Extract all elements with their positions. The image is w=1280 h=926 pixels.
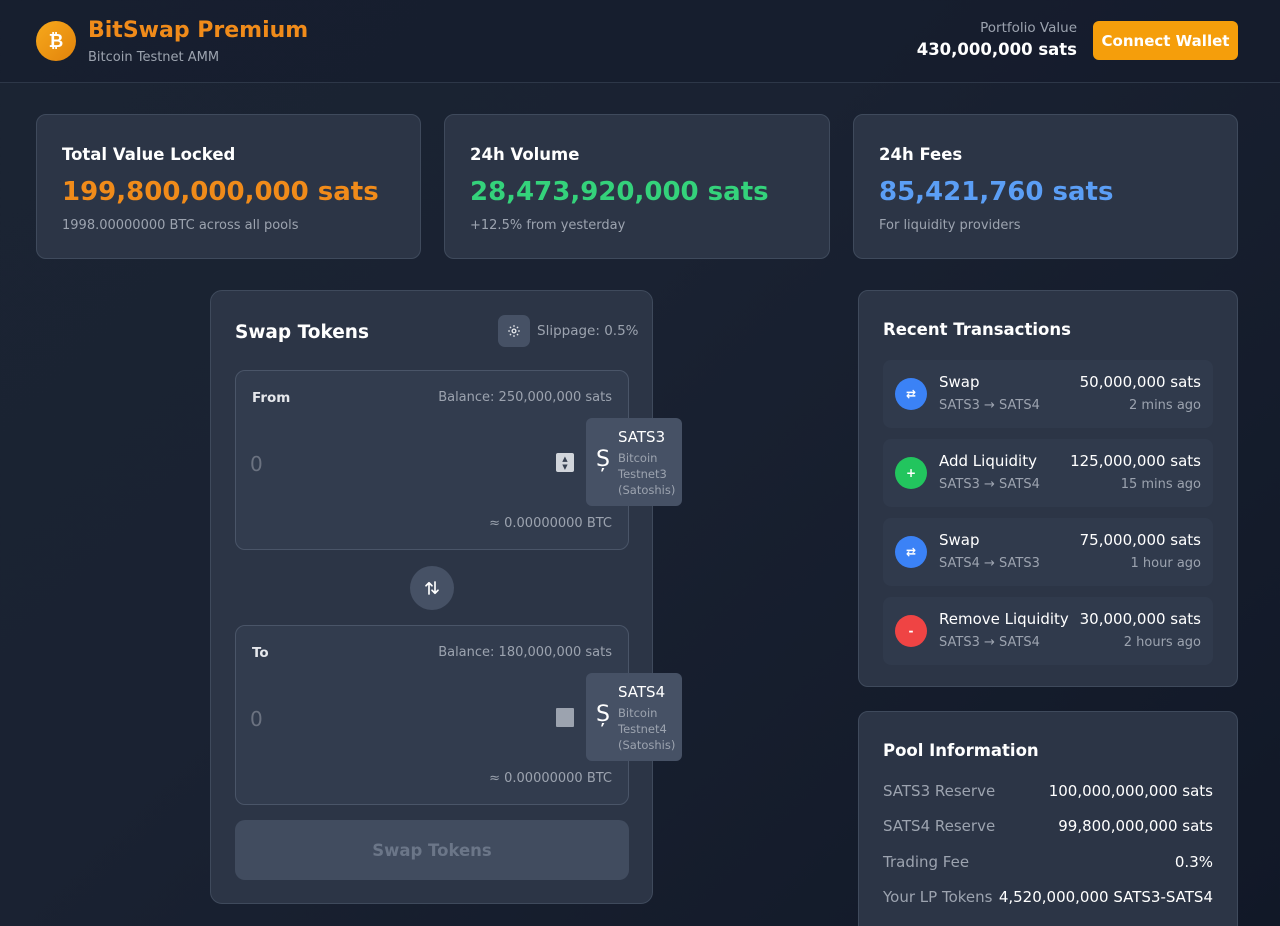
pool-row-label: Your LP Tokens [883,888,993,906]
pool-row-value: 0.3% [1174,853,1213,871]
transaction-row[interactable]: + Add Liquidity SATS3 → SATS4 125,000,00… [883,439,1213,507]
transaction-time: 1 hour ago [1130,556,1201,571]
to-amount-stepper[interactable] [556,708,574,727]
from-token-box: From Balance: 250,000,000 sats ▲▼ ≈ 0.00… [235,370,682,550]
from-label: From [252,390,291,406]
transaction-row[interactable]: - Remove Liquidity SATS3 → SATS4 30,000,… [883,597,1213,665]
pool-row: Your LP Tokens 4,520,000,000 SATS3-SATS4 [883,888,1213,910]
transaction-time: 2 mins ago [1129,398,1201,413]
swap-icon: ⇄ [895,536,927,568]
gear-icon [508,325,520,337]
pool-information-title: Pool Information [883,741,1039,760]
stat-card-fees: 24h Fees 85,421,760 sats For liquidity p… [853,114,1238,259]
stat-value: 28,473,920,000 sats [470,177,769,207]
bitcoin-logo-icon: ₿ [36,21,76,61]
stat-subtext: 1998.00000000 BTC across all pools [62,218,299,233]
app-subtitle: Bitcoin Testnet AMM [88,50,220,65]
stat-title: 24h Volume [470,145,580,164]
from-token-symbol: SATS3 [618,428,666,446]
swap-icon: ⇄ [895,378,927,410]
transaction-type: Add Liquidity [939,452,1037,470]
portfolio-label: Portfolio Value [980,20,1077,36]
swap-submit-button[interactable]: Swap Tokens [235,820,629,880]
transaction-pair: SATS3 → SATS4 [939,635,1040,650]
app-header: ₿ BitSwap Premium Bitcoin Testnet AMM Po… [0,0,1280,83]
app-title: BitSwap Premium [88,18,309,43]
to-amount-input[interactable] [250,702,540,736]
to-label: To [252,645,269,661]
stat-title: Total Value Locked [62,145,236,164]
transaction-time: 15 mins ago [1120,477,1201,492]
from-amount-input[interactable] [250,447,540,481]
pool-row-label: Trading Fee [883,853,970,871]
swap-card: Swap Tokens Slippage: 0.5% From Balance:… [210,290,682,904]
transaction-row[interactable]: ⇄ Swap SATS4 → SATS3 75,000,000 sats 1 h… [883,518,1213,586]
sats-token-icon: Ș [596,447,610,472]
portfolio-value: 430,000,000 sats [916,40,1077,59]
stat-card-volume: 24h Volume 28,473,920,000 sats +12.5% fr… [444,114,830,259]
stat-value: 199,800,000,000 sats [62,177,379,207]
from-balance: Balance: 250,000,000 sats [438,390,612,405]
to-token-select[interactable]: Ș SATS4 Bitcoin Testnet4 (Satoshis) [586,673,682,761]
slippage-label: Slippage: 0.5% [537,323,639,339]
flip-tokens-button[interactable] [410,566,454,610]
pool-row-value: 99,800,000,000 sats [1058,817,1213,835]
transaction-type: Swap [939,373,980,391]
stat-value: 85,421,760 sats [879,177,1114,207]
transaction-type: Remove Liquidity [939,610,1069,628]
pool-row: Trading Fee 0.3% [883,853,1213,875]
stat-subtext: +12.5% from yesterday [470,218,626,233]
transaction-amount: 75,000,000 sats [1079,531,1201,549]
transaction-pair: SATS3 → SATS4 [939,398,1040,413]
pool-row-label: SATS4 Reserve [883,817,996,835]
transaction-amount: 30,000,000 sats [1079,610,1201,628]
stat-card-tvl: Total Value Locked 199,800,000,000 sats … [36,114,421,259]
from-btc-estimate: ≈ 0.00000000 BTC [489,516,612,531]
swap-vertical-icon [425,581,439,595]
pool-row-value: 4,520,000,000 SATS3-SATS4 [998,888,1213,906]
transaction-row[interactable]: ⇄ Swap SATS3 → SATS4 50,000,000 sats 2 m… [883,360,1213,428]
pool-row: SATS3 Reserve 100,000,000,000 sats [883,782,1213,804]
minus-icon: - [895,615,927,647]
pool-row-value: 100,000,000,000 sats [1048,782,1213,800]
connect-wallet-button[interactable]: Connect Wallet [1093,21,1238,60]
to-token-symbol: SATS4 [618,683,666,701]
transaction-amount: 125,000,000 sats [1070,452,1201,470]
pool-row: SATS4 Reserve 99,800,000,000 sats [883,817,1213,839]
recent-transactions-title: Recent Transactions [883,320,1071,339]
pool-information-panel: Pool Information SATS3 Reserve 100,000,0… [858,711,1238,926]
recent-transactions-panel: Recent Transactions ⇄ Swap SATS3 → SATS4… [858,290,1238,687]
pool-row-label: SATS3 Reserve [883,782,996,800]
swap-title: Swap Tokens [235,322,369,343]
sats-token-icon: Ș [596,702,610,727]
transaction-time: 2 hours ago [1123,635,1201,650]
stat-title: 24h Fees [879,145,963,164]
transaction-type: Swap [939,531,980,549]
to-token-description: Bitcoin Testnet4 (Satoshis) [618,706,676,752]
from-amount-stepper[interactable]: ▲ ▼ [556,453,574,472]
to-btc-estimate: ≈ 0.00000000 BTC [489,771,612,786]
to-balance: Balance: 180,000,000 sats [438,645,612,660]
to-token-box: To Balance: 180,000,000 sats ≈ 0.0000000… [235,625,682,805]
plus-icon: + [895,457,927,489]
stat-subtext: For liquidity providers [879,218,1021,233]
from-token-select[interactable]: Ș SATS3 Bitcoin Testnet3 (Satoshis) [586,418,682,506]
from-token-description: Bitcoin Testnet3 (Satoshis) [618,451,676,497]
transaction-amount: 50,000,000 sats [1079,373,1201,391]
transaction-pair: SATS4 → SATS3 [939,556,1040,571]
transaction-pair: SATS3 → SATS4 [939,477,1040,492]
settings-button[interactable] [498,315,530,347]
